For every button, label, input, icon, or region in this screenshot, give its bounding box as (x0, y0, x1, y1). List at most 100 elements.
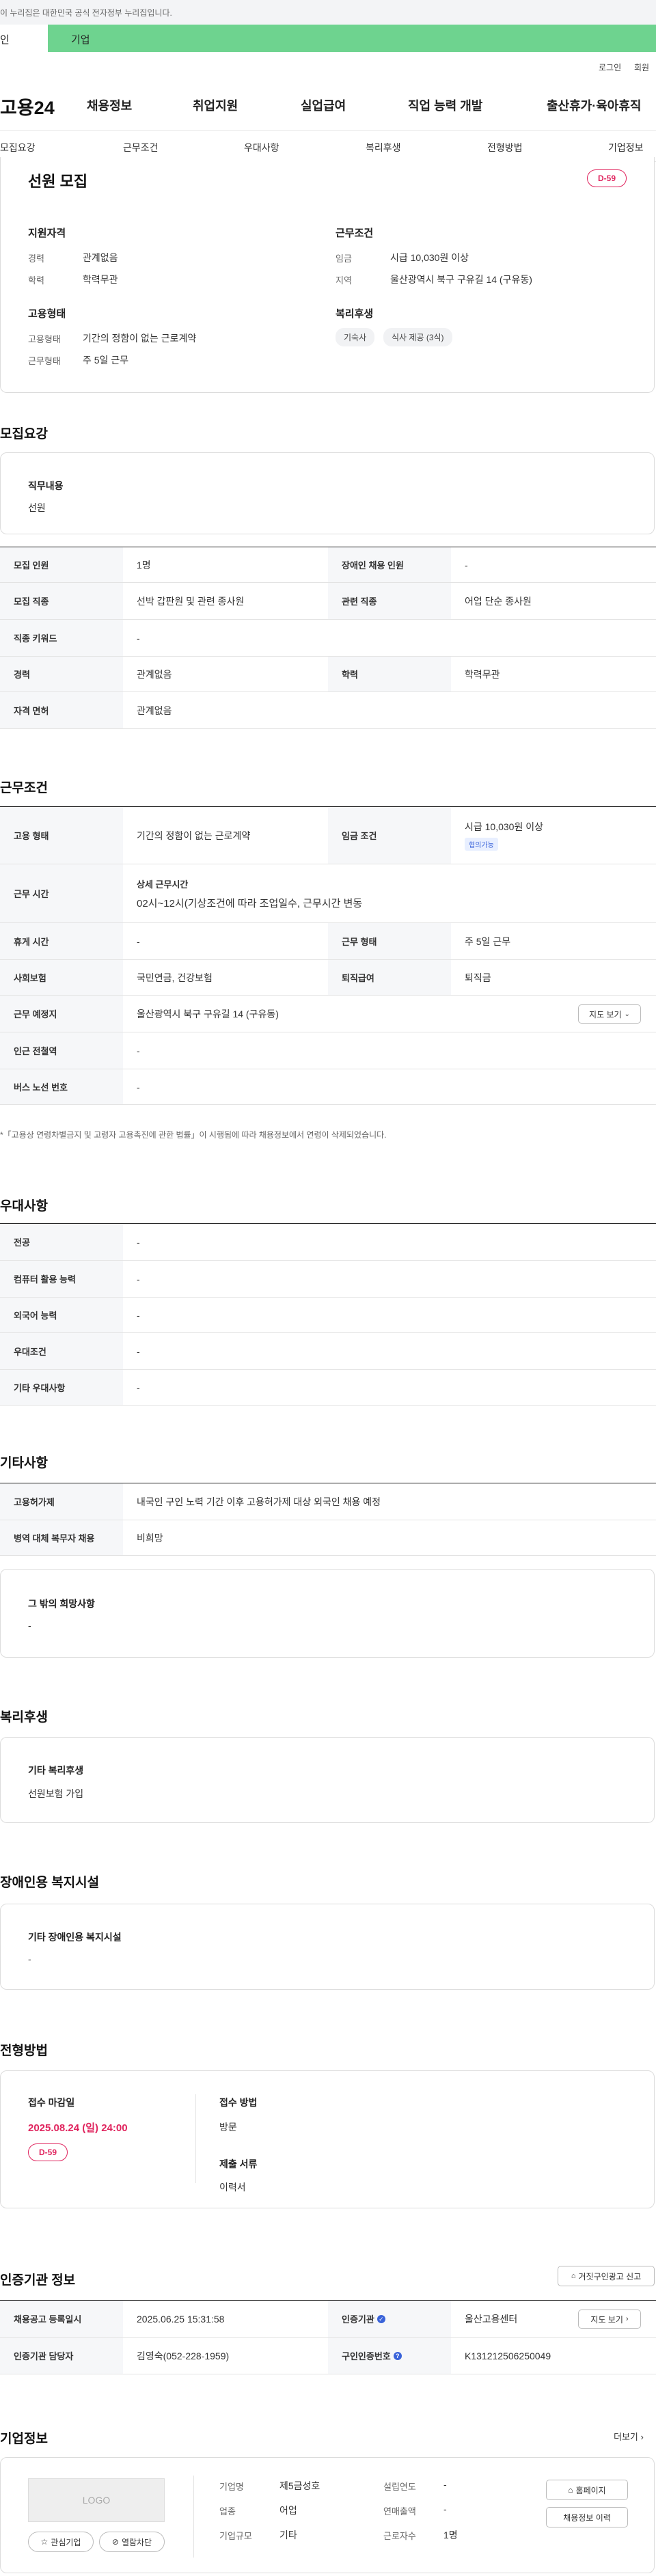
table-header: 경력 (0, 657, 123, 691)
table-row: 우대조건 - (0, 1333, 656, 1370)
emp-value: 기간의 정함이 없는 근로계약 (83, 333, 197, 344)
snb-welfare[interactable]: 복리후생 (366, 141, 401, 154)
map-button[interactable]: 지도 보기 ⌄ (578, 1004, 641, 1024)
tab-company[interactable]: 기업 (71, 32, 90, 46)
table-header: 근무 예정지 (0, 996, 123, 1032)
etc-box-heading: 그 밖의 희망사항 (28, 1598, 95, 1609)
table-cell: 국민연금, 건강보험 (137, 972, 213, 983)
snb-recruit[interactable]: 모집요강 (0, 141, 36, 154)
table-cell: 학력무관 (465, 668, 500, 680)
table-cell: 2025.06.25 15:31:58 (137, 2313, 225, 2325)
agency-map-button[interactable]: 지도 보기 › (578, 2310, 641, 2329)
etc-box: 그 밖의 희망사항 - (0, 1569, 655, 1658)
sales-value: - (443, 2504, 447, 2515)
cond-value: 울산광역시 북구 구유길 14 (구유동) (390, 274, 532, 285)
company-card: LOGO ☆ 관심기업 ⊘ 열람차단 기업명 제5금성호 업종 어업 기업규모 … (0, 2457, 655, 2573)
employees-label: 근로자수 (383, 2531, 416, 2541)
map-button-label: 지도 보기 (590, 2314, 623, 2325)
table-header: 외국어 능력 (0, 1298, 123, 1332)
table-cell: 김영숙(052-228-1959) (137, 2350, 230, 2361)
dday-badge: D-59 (28, 2143, 68, 2161)
table-header: 사회보험 (0, 960, 123, 995)
deadline-heading: 접수 마감일 (28, 2097, 75, 2108)
info-icon[interactable]: ? (393, 2351, 402, 2360)
user-type-tabs: 인 기업 (0, 25, 656, 52)
org-label: 인증기관 (342, 2314, 374, 2325)
etc-box-value: - (28, 1620, 31, 1631)
table-row: 병역 대체 복무자 채용 비희망 (0, 1520, 656, 1556)
company-title: 기업정보 (0, 2432, 48, 2446)
gnb-unemployment[interactable]: 실업급여 (301, 96, 346, 114)
snb-company[interactable]: 기업정보 (608, 141, 644, 154)
more-link[interactable]: 더보기 › (614, 2430, 644, 2443)
job-history-label: 채용정보 이력 (563, 2512, 611, 2523)
size-value: 기타 (279, 2530, 297, 2540)
duty-value: 선원 (28, 502, 46, 513)
gnb-jobs[interactable]: 채용정보 (87, 96, 132, 114)
pref-title: 우대사항 (0, 1199, 48, 1214)
table-header: 직종 키워드 (0, 620, 123, 656)
table-cell: 관계없음 (137, 704, 172, 716)
disabled-box: 기타 장애인용 복지시설 - (0, 1904, 655, 1990)
block-icon: ⊘ (111, 2537, 119, 2547)
gnb-employment-support[interactable]: 취업지원 (193, 96, 238, 114)
gnb-parental-leave[interactable]: 출산휴가·육아휴직 (547, 96, 641, 114)
snb-pref[interactable]: 우대사항 (244, 141, 279, 154)
check-icon: ✓ (377, 2314, 385, 2323)
gnb-training[interactable]: 직업 능력 개발 (408, 96, 482, 114)
table-row: 근무 시간 상세 근무시간 02시~12시(기상조건에 따라 조업일수, 근무시… (0, 864, 656, 923)
snb-work[interactable]: 근무조건 (123, 141, 159, 154)
docs-heading: 제출 서류 (219, 2159, 258, 2169)
recruit-table: 모집 인원 1명 장애인 채용 인원 - 모집 직종 선박 갑판원 및 관련 종… (0, 547, 656, 729)
industry-value: 어업 (279, 2505, 297, 2516)
table-header: 모집 인원 (0, 547, 123, 582)
founded-label: 설립연도 (383, 2482, 416, 2492)
table-cell: 비희망 (137, 1532, 163, 1544)
table-header: 채용공고 등록일시 (0, 2301, 123, 2337)
pref-table: 전공 - 컴퓨터 활용 능력 - 외국어 능력 - 우대조건 - 기타 우대사항… (0, 1223, 656, 1408)
login-link[interactable]: 로그인 (599, 61, 621, 73)
table-header: 병역 대체 복무자 채용 (0, 1520, 123, 1555)
hours-cell: 상세 근무시간 02시~12시(기상조건에 따라 조업일수, 근무시간 변동 (123, 864, 656, 922)
block-view-button[interactable]: ⊘ 열람차단 (99, 2532, 165, 2552)
table-row: 채용공고 등록일시 2025.06.25 15:31:58 인증기관 ✓ 울산고… (0, 2301, 656, 2338)
qual-value: 관계없음 (83, 252, 118, 263)
table-header: 고용 형태 (0, 807, 123, 864)
snb-process[interactable]: 전형방법 (487, 141, 523, 154)
cond-heading: 근무조건 (336, 228, 374, 239)
table-header: 근무 형태 (328, 923, 451, 959)
deadline-value: 2025.08.24 (일) 24:00 (28, 2122, 128, 2134)
welfare-heading: 복리후생 (336, 308, 374, 320)
table-header: 휴게 시간 (0, 923, 123, 959)
hours-subheading: 상세 근무시간 (137, 879, 189, 890)
homepage-button[interactable]: ⌂ 홈페이지 (546, 2480, 628, 2500)
job-history-button[interactable]: 채용정보 이력 (546, 2507, 628, 2527)
table-row: 외국어 능력 - (0, 1298, 656, 1333)
etc-title: 기타사항 (0, 1456, 48, 1470)
tab-personal[interactable]: 인 (0, 25, 48, 52)
welfare-chip: 식사 제공 (3식) (383, 328, 452, 346)
favorite-company-button[interactable]: ☆ 관심기업 (28, 2532, 94, 2552)
employees-value: 1명 (443, 2530, 458, 2540)
table-cell: - (137, 935, 140, 947)
table-cell: - (137, 1345, 140, 1357)
table-header: 자격 면허 (0, 692, 123, 728)
block-label: 열람차단 (121, 2537, 152, 2547)
report-button-label: 거짓구인광고 신고 (578, 2271, 642, 2282)
welfare-box: 기타 복리후생 선원보험 가입 (0, 1737, 655, 1823)
agency-table: 채용공고 등록일시 2025.06.25 15:31:58 인증기관 ✓ 울산고… (0, 2300, 656, 2374)
table-cell: 내국인 구인 노력 기간 이후 고용허가제 대상 외국인 채용 예정 (137, 1496, 381, 1507)
disabled-box-heading: 기타 장애인용 복지시설 (28, 1932, 122, 1943)
qual-label: 학력 (28, 275, 44, 286)
table-cell: 어업 단순 종사원 (465, 595, 532, 607)
emp-label: 근무형태 (28, 356, 61, 366)
report-button[interactable]: ⌂ 거짓구인광고 신고 (558, 2266, 655, 2286)
size-label: 기업규모 (219, 2531, 252, 2541)
table-header: 모집 직종 (0, 583, 123, 619)
table-row: 기타 우대사항 - (0, 1370, 656, 1406)
table-header: 학력 (328, 657, 451, 691)
table-row: 휴게 시간 - 근무 형태 주 5일 근무 (0, 923, 656, 960)
table-row: 고용허가제 내국인 구인 노력 기간 이후 고용허가제 대상 외국인 채용 예정 (0, 1483, 656, 1520)
site-logo[interactable]: 고용24 (0, 93, 55, 120)
join-link[interactable]: 회원 (634, 61, 649, 73)
